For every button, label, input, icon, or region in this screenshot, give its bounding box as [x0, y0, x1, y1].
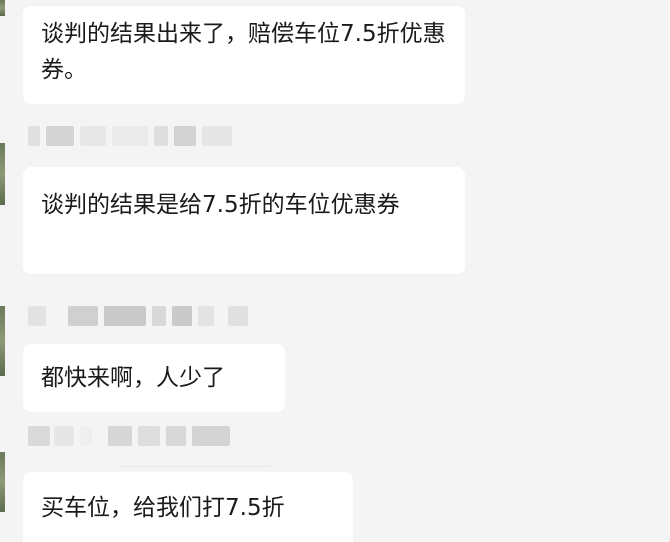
avatar[interactable] [0, 143, 5, 205]
sender-name-blurred [28, 126, 233, 146]
avatar[interactable] [0, 306, 5, 376]
sender-name-blurred [28, 426, 233, 446]
chat-message-list[interactable]: 谈判的结果出来了，赔偿车位7.5折优惠券。 谈判的结果是给7.5折的车位优惠券 … [0, 0, 670, 542]
message-text: 谈判的结果是给7.5折的车位优惠券 [41, 192, 400, 218]
message-text: 都快来啊，人少了 [41, 365, 225, 391]
message-bubble[interactable]: 买车位，给我们打7.5折 [23, 472, 353, 542]
message-text: 买车位，给我们打7.5折 [41, 495, 285, 521]
message-bubble[interactable]: 都快来啊，人少了 [23, 344, 285, 412]
divider [120, 466, 270, 467]
message-bubble[interactable]: 谈判的结果出来了，赔偿车位7.5折优惠券。 [23, 6, 465, 104]
message-bubble[interactable]: 谈判的结果是给7.5折的车位优惠券 [23, 167, 465, 274]
avatar[interactable] [0, 452, 5, 512]
avatar[interactable] [0, 0, 5, 16]
message-text: 谈判的结果出来了，赔偿车位7.5折优惠券。 [41, 21, 446, 83]
sender-name-blurred [28, 306, 253, 326]
